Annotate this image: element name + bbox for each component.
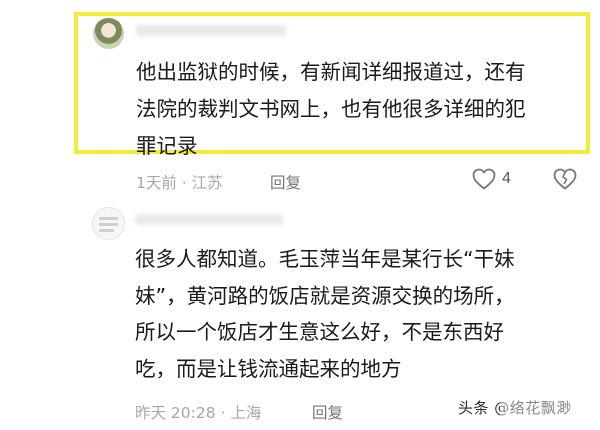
watermark-overlay xyxy=(500,392,590,418)
heart-outline-icon xyxy=(472,168,496,190)
comment-body: 他出监狱的时候，有新闻详细报道过，还有 法院的裁判文书网上，也有他很多详细的犯 … xyxy=(136,54,576,165)
broken-heart-icon xyxy=(553,168,577,190)
comment-meta: 昨天 20:28 · 上海 xyxy=(135,404,262,422)
reply-button[interactable]: 回复 xyxy=(312,401,343,423)
comment-line: 妹”，黄河路的饭店就是资源交换的场所， xyxy=(135,283,515,308)
dislike-button[interactable] xyxy=(553,168,577,194)
reply-button[interactable]: 回复 xyxy=(270,171,301,193)
comment-line: 吃，而是让钱流通起来的地方 xyxy=(135,356,402,381)
comment-body: 很多人都知道。毛玉萍当年是某行长“干妹 妹”，黄河路的饭店就是资源交换的场所， … xyxy=(135,241,585,387)
username-blurred[interactable] xyxy=(135,214,283,225)
comment-meta: 1天前 · 江苏 xyxy=(136,174,223,192)
like-button[interactable]: 4 xyxy=(472,168,511,190)
comment-line: 法院的裁判文书网上，也有他很多详细的犯 xyxy=(136,97,526,121)
comment-line: 罪记录 xyxy=(136,134,198,158)
like-count: 4 xyxy=(502,170,511,187)
username-blurred[interactable] xyxy=(136,25,286,36)
comment-line: 很多人都知道。毛玉萍当年是某行长“干妹 xyxy=(135,247,515,271)
comment-line: 他出监狱的时候，有新闻详细报道过，还有 xyxy=(136,60,526,84)
comment-thread: 他出监狱的时候，有新闻详细报道过，还有 法院的裁判文书网上，也有他很多详细的犯 … xyxy=(0,0,600,430)
comment-line: 所以一个饭店才生意这么好，不是东西好 xyxy=(135,320,504,344)
avatar[interactable] xyxy=(92,207,125,240)
avatar[interactable] xyxy=(93,18,124,49)
